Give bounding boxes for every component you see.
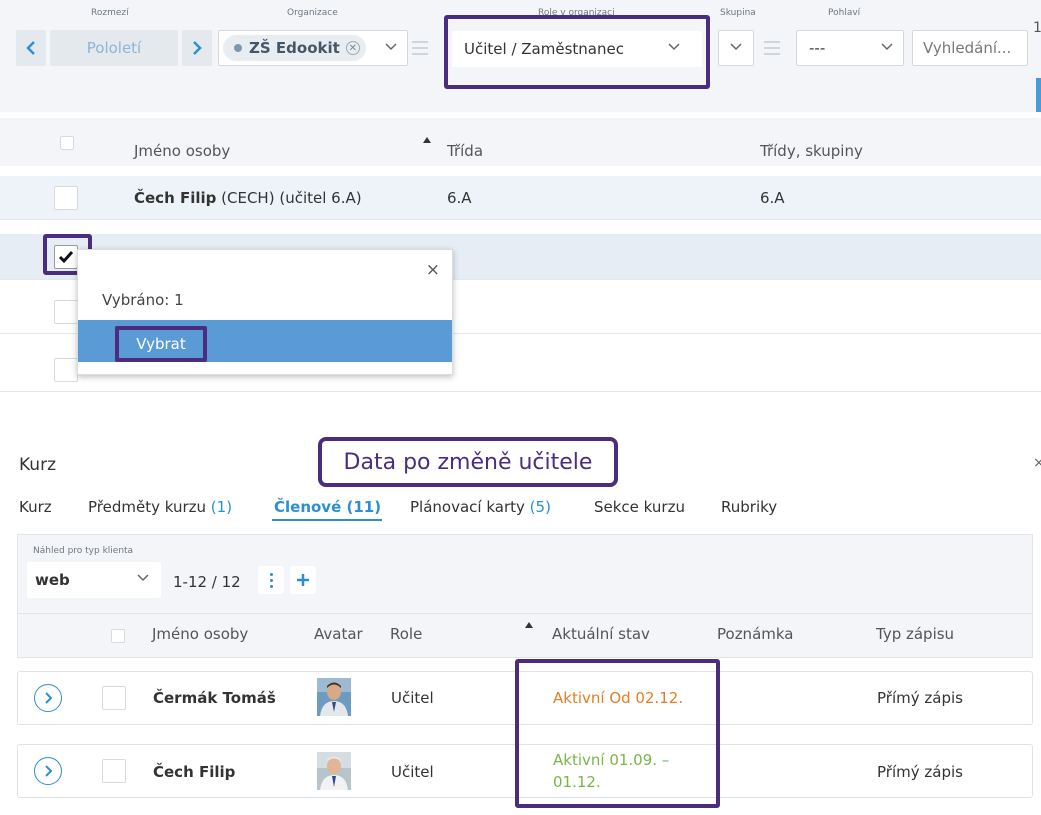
column-header-name[interactable]: Jméno osoby — [152, 625, 248, 643]
avatar — [317, 752, 351, 790]
avatar — [317, 678, 351, 716]
more-options-button[interactable] — [258, 566, 284, 594]
expand-row-button[interactable] — [34, 684, 62, 712]
chevron-down-icon — [385, 43, 397, 51]
group-select[interactable] — [718, 30, 754, 66]
organization-label: Organizace — [287, 8, 338, 18]
column-header-status[interactable]: Aktuální stav — [552, 625, 650, 643]
client-type-select[interactable]: web — [27, 562, 161, 598]
gender-label: Pohlaví — [828, 8, 861, 18]
overflow-label: 1 — [1033, 20, 1041, 36]
row-classes-groups: 6.A — [760, 189, 785, 207]
member-role: Učitel — [391, 763, 434, 781]
active-tab-underline — [272, 519, 382, 521]
organization-tag: ZŠ Edookit ✕ — [223, 35, 366, 61]
gender-select[interactable]: --- — [796, 30, 904, 66]
chevron-right-icon — [193, 41, 202, 55]
side-button-edge[interactable] — [1036, 78, 1041, 112]
next-period-button[interactable] — [182, 30, 212, 66]
column-header-avatar: Avatar — [314, 625, 363, 643]
kebab-icon — [269, 572, 273, 576]
row-checkbox[interactable] — [54, 300, 78, 324]
range-label: Rozmezí — [91, 8, 129, 18]
column-header-enrollment[interactable]: Typ zápisu — [876, 625, 954, 643]
tab-planning-cards[interactable]: Plánovací karty (5) — [410, 498, 551, 516]
selected-count: Vybráno: 1 — [102, 291, 184, 309]
filter-lines-icon[interactable] — [764, 41, 780, 59]
client-type-value: web — [35, 571, 70, 589]
close-icon[interactable]: × — [426, 260, 440, 280]
role-highlight-frame — [444, 15, 710, 89]
filter-lines-icon[interactable] — [412, 41, 428, 59]
column-header-role[interactable]: Role — [390, 625, 422, 643]
row-checkbox[interactable] — [54, 186, 78, 210]
status-highlight-frame — [515, 659, 720, 808]
column-header-class[interactable]: Třída — [447, 142, 483, 160]
sort-asc-icon — [423, 137, 431, 143]
column-header-name[interactable]: Jméno osoby — [134, 142, 230, 160]
chevron-down-icon — [881, 43, 893, 51]
course-title: Kurz — [19, 455, 56, 475]
sort-asc-icon — [525, 622, 533, 628]
member-name[interactable]: Čech Filip — [153, 763, 235, 781]
callout-label: Data po změně učitele — [318, 437, 618, 487]
member-enrollment: Přímý zápis — [877, 689, 963, 707]
remove-tag-icon[interactable]: ✕ — [345, 41, 360, 55]
member-enrollment: Přímý zápis — [877, 763, 963, 781]
member-role: Učitel — [391, 689, 434, 707]
select-all-members-checkbox[interactable] — [111, 629, 125, 643]
person-name[interactable]: Čech Filip (CECH) (učitel 6.A) — [134, 189, 362, 207]
close-panel-icon[interactable]: × — [1033, 455, 1041, 471]
chevron-right-icon — [45, 765, 52, 777]
member-name[interactable]: Čermák Tomáš — [153, 689, 276, 707]
expand-row-button[interactable] — [34, 757, 62, 785]
selection-popup: × Vybráno: 1 Vybrat — [77, 249, 453, 375]
tag-icon — [234, 44, 242, 52]
row-checkbox[interactable] — [54, 358, 78, 382]
previous-period-button[interactable] — [16, 30, 46, 66]
column-header-note[interactable]: Poznámka — [717, 625, 794, 643]
client-type-label: Náhled pro typ klienta — [33, 546, 134, 556]
range-value: Pololetí — [86, 39, 142, 57]
tab-subjects[interactable]: Předměty kurzu (1) — [88, 498, 232, 516]
add-member-button[interactable] — [290, 566, 316, 594]
tab-course-sections[interactable]: Sekce kurzu — [594, 498, 685, 516]
column-header-classes-groups[interactable]: Třídy, skupiny — [760, 142, 863, 160]
gender-value: --- — [809, 39, 826, 57]
tab-rubrics[interactable]: Rubriky — [721, 498, 777, 516]
search-placeholder: Vyhledání... — [923, 39, 1012, 57]
plus-icon — [297, 574, 309, 586]
chevron-left-icon — [26, 41, 35, 55]
member-checkbox[interactable] — [102, 759, 126, 783]
chevron-down-icon — [137, 574, 149, 582]
range-select[interactable]: Pololetí — [50, 30, 178, 66]
tab-members[interactable]: Členové (11) — [274, 498, 381, 516]
member-checkbox[interactable] — [102, 686, 126, 710]
select-all-checkbox[interactable] — [60, 136, 74, 150]
table-row[interactable]: Čech Filip (CECH) (učitel 6.A) 6.A 6.A — [0, 176, 1041, 220]
row-class: 6.A — [447, 189, 472, 207]
tab-course[interactable]: Kurz — [19, 498, 52, 516]
pagination-info: 1-12 / 12 — [173, 573, 241, 591]
course-toolbar — [17, 534, 1033, 614]
chevron-right-icon — [45, 692, 52, 704]
organization-select[interactable]: ZŠ Edookit ✕ — [218, 30, 408, 66]
search-input[interactable]: Vyhledání... — [912, 30, 1028, 66]
organization-value: ZŠ Edookit — [249, 39, 340, 57]
chevron-down-icon — [730, 43, 742, 51]
select-button[interactable]: Vybrat — [115, 326, 207, 362]
group-label: Skupina — [720, 8, 756, 18]
